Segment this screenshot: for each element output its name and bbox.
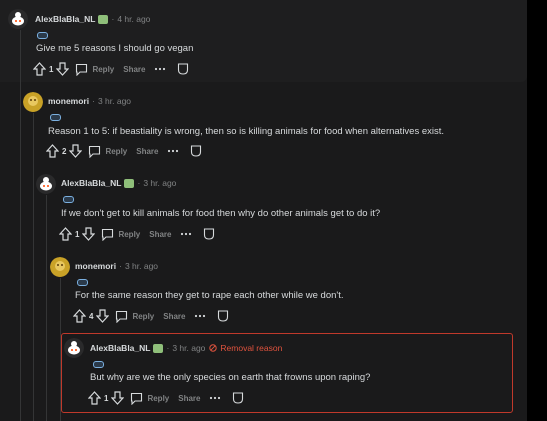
- share-button[interactable]: Share: [178, 394, 200, 403]
- save-icon[interactable]: [190, 145, 202, 157]
- timestamp[interactable]: 3 hr. ago: [143, 178, 176, 188]
- save-icon[interactable]: [232, 392, 244, 404]
- comment-header: AlexBlaBla_NL · 3 hr. ago Removal reason: [90, 343, 282, 353]
- share-button[interactable]: Share: [149, 230, 171, 239]
- username[interactable]: monemori: [75, 261, 116, 271]
- comment-icon[interactable]: [88, 145, 101, 158]
- username[interactable]: AlexBlaBla_NL: [90, 343, 150, 353]
- comment-text: Give me 5 reasons I should go vegan: [36, 43, 194, 54]
- downvote-icon[interactable]: [96, 309, 110, 323]
- save-icon[interactable]: [203, 228, 215, 240]
- upvote-icon[interactable]: [59, 227, 72, 241]
- reply-button[interactable]: Reply: [147, 394, 169, 403]
- status-pill-icon: [63, 196, 74, 203]
- comment-text: For the same reason they get to rape eac…: [75, 290, 344, 301]
- avatar[interactable]: [8, 9, 28, 29]
- flair-icon: [98, 14, 109, 24]
- upvote-icon[interactable]: [73, 309, 86, 323]
- share-button[interactable]: Share: [136, 147, 158, 156]
- save-icon[interactable]: [177, 63, 189, 75]
- comment-header: AlexBlaBla_NL · 4 hr. ago: [35, 14, 150, 24]
- avatar[interactable]: [64, 338, 84, 358]
- downvote-icon[interactable]: [69, 144, 83, 158]
- action-bar: 2 Reply Share: [46, 144, 202, 158]
- vote-count: 1: [75, 229, 80, 239]
- reply-button[interactable]: Reply: [105, 147, 127, 156]
- comment-header: monemori · 3 hr. ago: [75, 261, 158, 271]
- share-button[interactable]: Share: [123, 65, 145, 74]
- comment-header: AlexBlaBla_NL · 3 hr. ago: [61, 178, 176, 188]
- status-pill-icon: [37, 32, 48, 39]
- action-bar: 1 Reply Share: [88, 391, 244, 405]
- upvote-icon[interactable]: [33, 62, 46, 76]
- avatar[interactable]: [36, 174, 56, 194]
- timestamp[interactable]: 3 hr. ago: [172, 343, 205, 353]
- removal-reason-label: Removal reason: [220, 343, 283, 353]
- comment-icon[interactable]: [115, 310, 128, 323]
- separator-dot: ·: [111, 14, 115, 24]
- username[interactable]: monemori: [48, 96, 89, 106]
- timestamp[interactable]: 4 hr. ago: [117, 14, 150, 24]
- more-icon[interactable]: [154, 67, 166, 71]
- vote-count: 1: [49, 64, 54, 74]
- separator-dot: ·: [92, 96, 95, 106]
- removal-icon: [209, 344, 218, 352]
- more-icon[interactable]: [209, 396, 221, 400]
- avatar[interactable]: [50, 257, 70, 277]
- vote-count: 1: [104, 393, 109, 403]
- thread-line[interactable]: [46, 195, 47, 421]
- downvote-icon[interactable]: [111, 391, 125, 405]
- comment-icon[interactable]: [75, 63, 88, 76]
- reply-button[interactable]: Reply: [118, 230, 140, 239]
- more-icon[interactable]: [180, 232, 192, 236]
- status-pill-icon: [93, 361, 104, 368]
- more-icon[interactable]: [194, 314, 206, 318]
- upvote-icon[interactable]: [88, 391, 101, 405]
- thread-line[interactable]: [33, 113, 34, 421]
- flair-icon: [124, 178, 135, 188]
- vote-count: 4: [89, 311, 94, 321]
- comment-text: But why are we the only species on earth…: [90, 372, 371, 383]
- action-bar: 1 Reply Share: [33, 62, 189, 76]
- reply-button[interactable]: Reply: [132, 312, 154, 321]
- vote-count: 2: [62, 146, 67, 156]
- comment-header: monemori · 3 hr. ago: [48, 96, 131, 106]
- action-bar: 4 Reply Share: [73, 309, 229, 323]
- right-gutter: [527, 0, 547, 421]
- comment-icon[interactable]: [130, 392, 143, 405]
- removal-reason[interactable]: Removal reason: [209, 343, 282, 353]
- timestamp[interactable]: 3 hr. ago: [125, 261, 158, 271]
- comment-text: If we don't get to kill animals for food…: [61, 208, 381, 219]
- username[interactable]: AlexBlaBla_NL: [61, 178, 121, 188]
- separator-dot: ·: [137, 178, 141, 188]
- upvote-icon[interactable]: [46, 144, 59, 158]
- share-button[interactable]: Share: [163, 312, 185, 321]
- status-pill-icon: [50, 114, 61, 121]
- comment-text: Reason 1 to 5: if beastiality is wrong, …: [48, 126, 445, 137]
- reply-button[interactable]: Reply: [92, 65, 114, 74]
- save-icon[interactable]: [217, 310, 229, 322]
- action-bar: 1 Reply Share: [59, 227, 215, 241]
- flair-icon: [153, 343, 164, 353]
- downvote-icon[interactable]: [82, 227, 96, 241]
- username[interactable]: AlexBlaBla_NL: [35, 14, 95, 24]
- timestamp[interactable]: 3 hr. ago: [98, 96, 131, 106]
- separator-dot: ·: [166, 343, 170, 353]
- avatar[interactable]: [23, 92, 43, 112]
- thread-line[interactable]: [20, 30, 21, 421]
- downvote-icon[interactable]: [56, 62, 70, 76]
- more-icon[interactable]: [167, 149, 179, 153]
- status-pill-icon: [77, 279, 88, 286]
- comment-icon[interactable]: [101, 228, 114, 241]
- separator-dot: ·: [119, 261, 122, 271]
